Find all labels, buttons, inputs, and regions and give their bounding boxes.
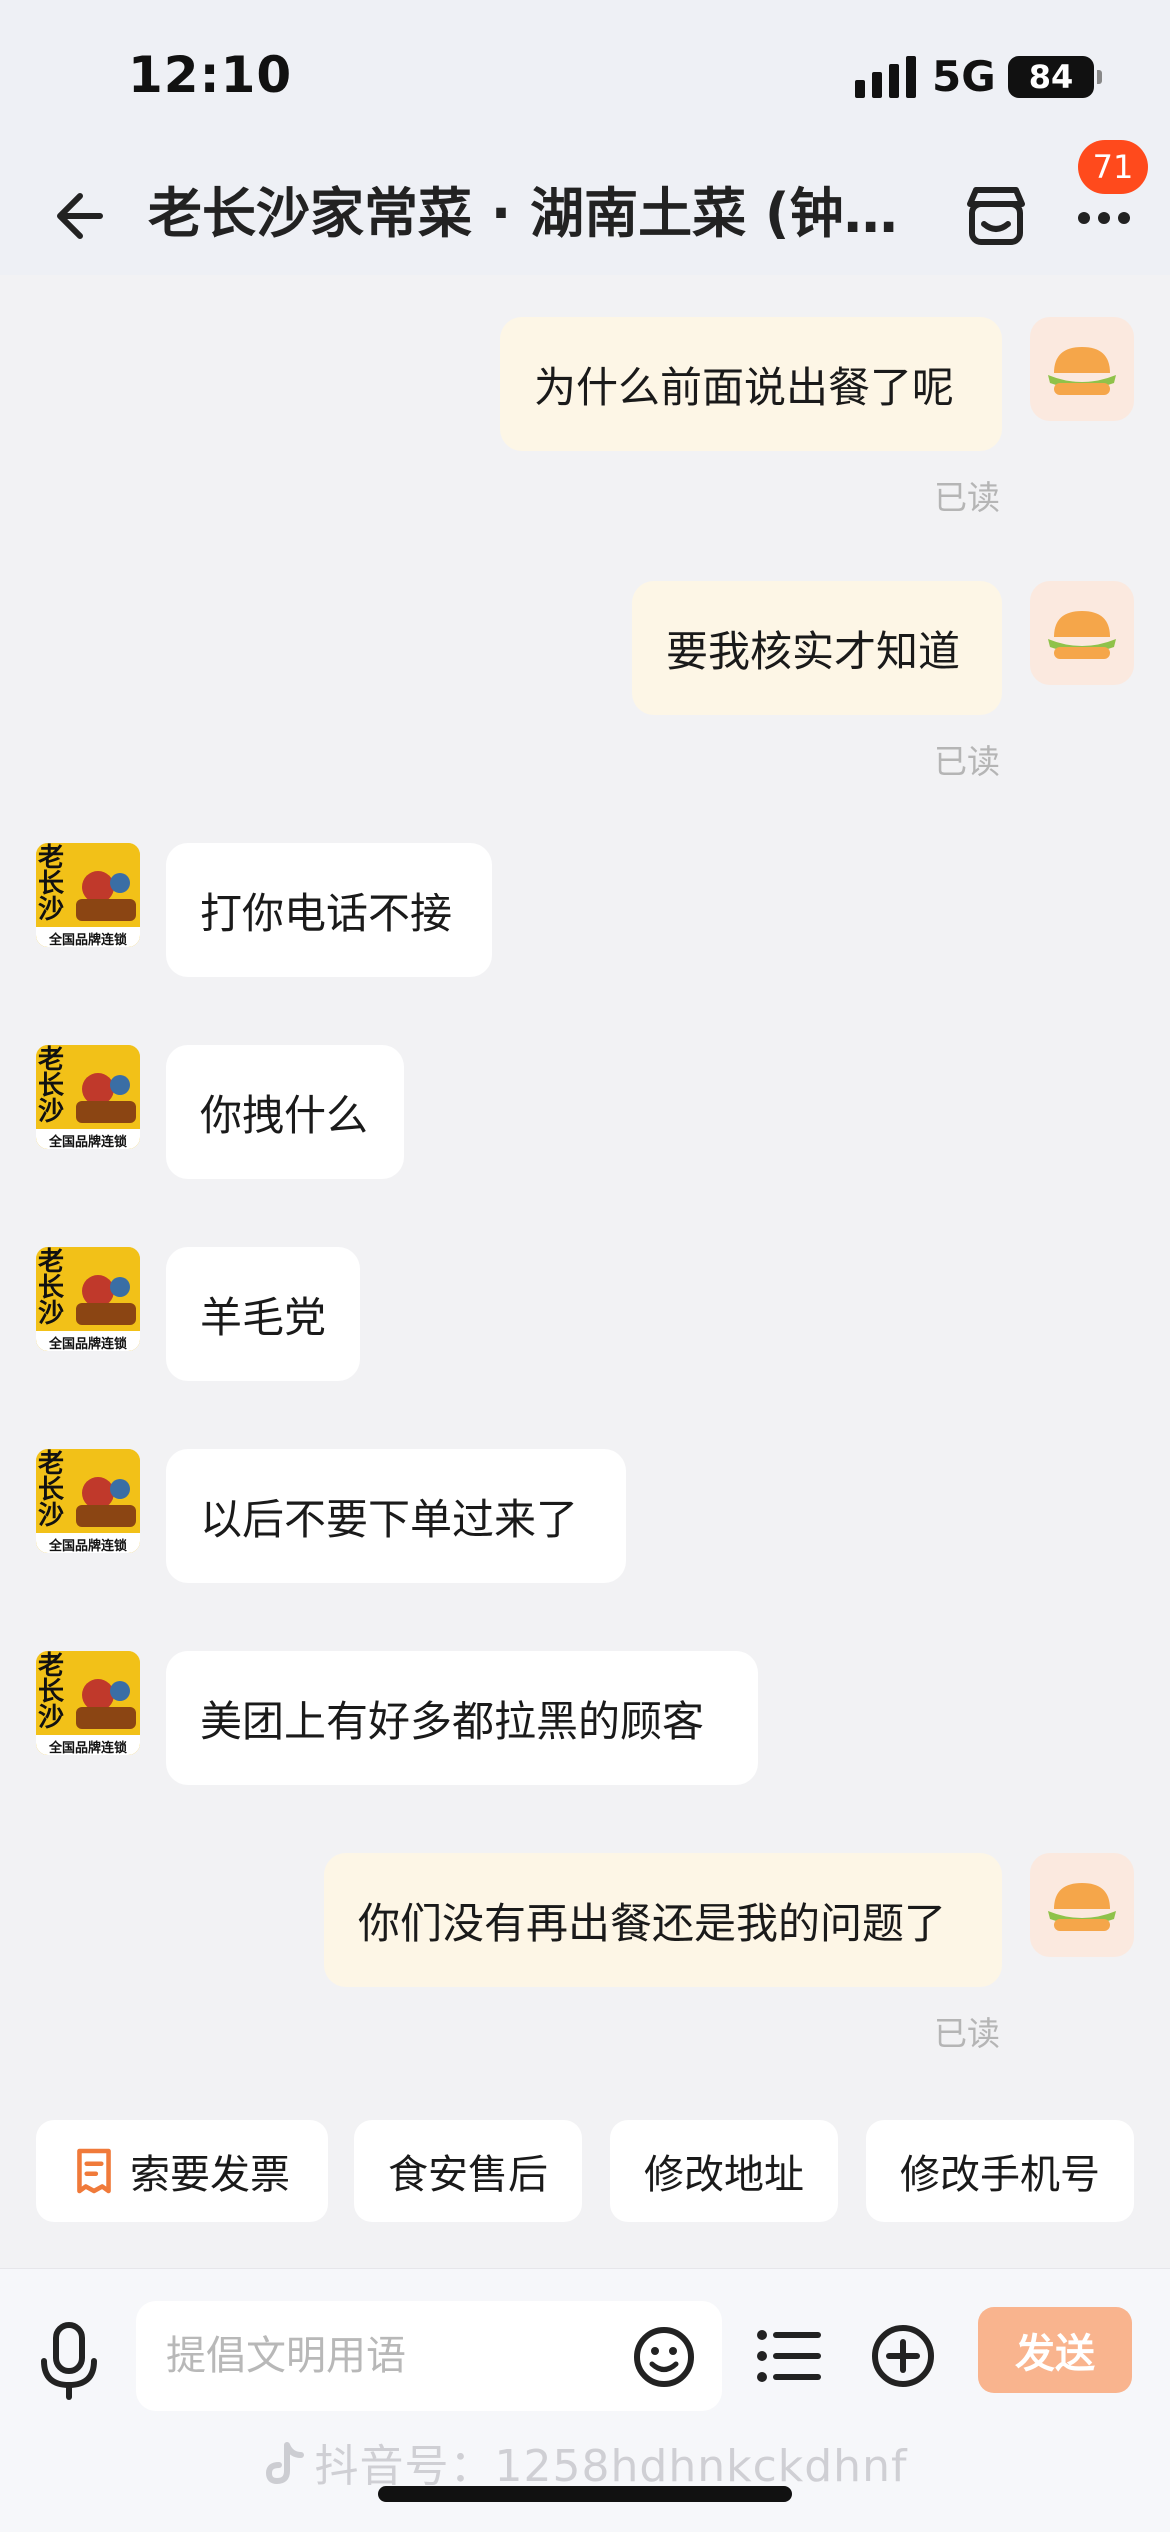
quick-action-edit-phone[interactable]: 修改手机号 — [866, 2120, 1134, 2222]
quick-action-food-safety[interactable]: 食安售后 — [354, 2120, 582, 2222]
chat-message-list[interactable]: 为什么前面说出餐了呢 已读 要我核实才知道 已读 老长沙 全国品牌连锁 打你电话… — [0, 275, 1170, 2075]
message-text: 打你电话不接 — [200, 888, 453, 938]
store-icon[interactable] — [962, 182, 1030, 250]
shop-avatar[interactable]: 老长沙 全国品牌连锁 — [36, 1651, 140, 1755]
outgoing-message-bubble[interactable]: 你们没有再出餐还是我的问题了 — [324, 1853, 1002, 1987]
message-text: 以后不要下单过来了 — [200, 1494, 579, 1544]
burger-icon — [1048, 347, 1116, 395]
microphone-icon[interactable] — [38, 2321, 100, 2401]
quick-action-invoice[interactable]: 索要发票 — [36, 2120, 328, 2222]
shop-logo-text: 老长沙 — [38, 1449, 65, 1531]
incoming-message-bubble[interactable]: 以后不要下单过来了 — [166, 1449, 626, 1583]
burger-icon — [1048, 611, 1116, 659]
quick-action-label: 索要发票 — [130, 2152, 290, 2198]
shop-logo-text: 老长沙 — [38, 843, 65, 925]
shop-logo-text: 老长沙 — [38, 1045, 65, 1127]
tiktok-logo-icon — [265, 2442, 304, 2485]
quick-action-edit-address[interactable]: 修改地址 — [610, 2120, 838, 2222]
message-text: 你们没有再出餐还是我的问题了 — [358, 1898, 947, 1948]
send-button[interactable]: 发送 — [978, 2307, 1132, 2393]
message-text: 你拽什么 — [200, 1090, 369, 1140]
shop-avatar[interactable]: 老长沙 全国品牌连锁 — [36, 1449, 140, 1553]
plus-circle-icon[interactable] — [870, 2323, 936, 2389]
nav-bar: 老长沙家常菜 · 湖南土菜 (钟… 71 — [0, 140, 1170, 275]
shop-avatar[interactable]: 老长沙 全国品牌连锁 — [36, 1045, 140, 1149]
emoji-icon[interactable] — [632, 2325, 696, 2389]
status-bar: 12:10 5G 84 — [0, 0, 1170, 160]
shop-logo-text: 老长沙 — [38, 1247, 65, 1329]
shop-slogan-text: 全国品牌连锁 — [48, 933, 127, 947]
network-label: 5G — [932, 52, 996, 101]
outgoing-message-bubble[interactable]: 要我核实才知道 — [632, 581, 1002, 715]
menu-list-icon[interactable] — [756, 2327, 822, 2385]
message-text: 要我核实才知道 — [666, 626, 961, 676]
more-options-icon[interactable] — [1072, 198, 1136, 238]
message-text: 美团上有好多都拉黑的顾客 — [200, 1696, 705, 1746]
read-status: 已读 — [934, 478, 1000, 517]
battery-icon: 84 — [1008, 56, 1102, 98]
quick-action-label: 修改手机号 — [900, 2152, 1100, 2198]
shop-slogan-text: 全国品牌连锁 — [48, 1135, 127, 1149]
incoming-message-bubble[interactable]: 羊毛党 — [166, 1247, 360, 1381]
quick-action-label: 修改地址 — [644, 2152, 804, 2198]
home-indicator[interactable] — [378, 2486, 792, 2502]
quick-actions-bar[interactable]: 索要发票 食安售后 修改地址 修改手机号 — [0, 2120, 1170, 2230]
shop-avatar[interactable]: 老长沙 全国品牌连锁 — [36, 843, 140, 947]
read-status: 已读 — [934, 2014, 1000, 2053]
read-status: 已读 — [934, 742, 1000, 781]
user-avatar[interactable] — [1030, 581, 1134, 685]
chat-title: 老长沙家常菜 · 湖南土菜 (钟… — [148, 182, 898, 245]
quick-action-label: 食安售后 — [388, 2152, 548, 2198]
shop-avatar[interactable]: 老长沙 全国品牌连锁 — [36, 1247, 140, 1351]
signal-icon — [855, 56, 916, 98]
message-text: 为什么前面说出餐了呢 — [534, 362, 955, 412]
status-time: 12:10 — [128, 46, 293, 104]
watermark: 抖音号：1258hdhnkckdhnf — [0, 2430, 1170, 2494]
incoming-message-bubble[interactable]: 打你电话不接 — [166, 843, 492, 977]
incoming-message-bubble[interactable]: 美团上有好多都拉黑的顾客 — [166, 1651, 758, 1785]
back-arrow-icon[interactable] — [48, 186, 108, 246]
shop-slogan-text: 全国品牌连锁 — [48, 1741, 127, 1755]
shop-slogan-text: 全国品牌连锁 — [48, 1337, 127, 1351]
battery-level: 84 — [1028, 58, 1074, 96]
receipt-icon — [77, 2148, 111, 2194]
message-text: 羊毛党 — [200, 1292, 327, 1342]
shop-slogan-text: 全国品牌连锁 — [48, 1539, 127, 1553]
shop-logo-text: 老长沙 — [38, 1651, 65, 1733]
watermark-text: 抖音号：1258hdhnkckdhnf — [314, 2441, 908, 2492]
user-avatar[interactable] — [1030, 1853, 1134, 1957]
unread-badge: 71 — [1078, 140, 1148, 194]
burger-icon — [1048, 1883, 1116, 1931]
outgoing-message-bubble[interactable]: 为什么前面说出餐了呢 — [500, 317, 1002, 451]
user-avatar[interactable] — [1030, 317, 1134, 421]
incoming-message-bubble[interactable]: 你拽什么 — [166, 1045, 404, 1179]
